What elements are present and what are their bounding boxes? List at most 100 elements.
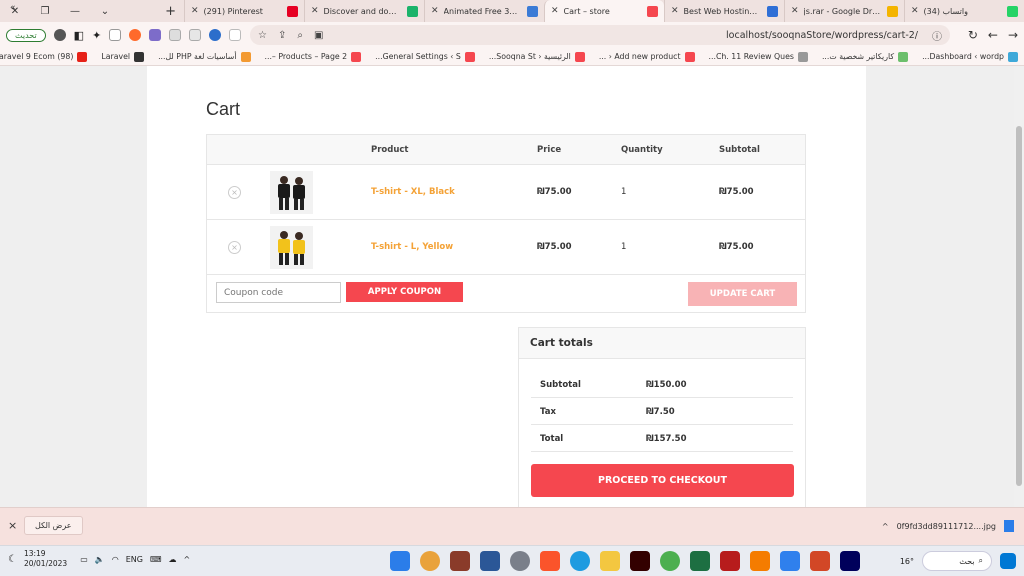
- extension-copy-icon[interactable]: [189, 29, 202, 41]
- after-effects-icon[interactable]: [840, 551, 860, 571]
- browser-tab[interactable]: js.rar - Google Drive ✕: [784, 0, 904, 22]
- browser-tab[interactable]: (34) واتساب ✕: [904, 0, 1024, 22]
- filezilla-icon[interactable]: [720, 551, 740, 571]
- browser-tab[interactable]: Animated Free 3D M ✕: [424, 0, 544, 22]
- winrar-icon[interactable]: [450, 551, 470, 571]
- download-item[interactable]: ^ 0f9fd3dd89111712....jpg: [882, 520, 1014, 532]
- powerpoint-icon[interactable]: [810, 551, 830, 571]
- tab-search-icon[interactable]: ⌄: [90, 6, 120, 17]
- apply-coupon-button[interactable]: APPLY COUPON: [346, 282, 463, 302]
- product-quantity[interactable]: 1: [621, 187, 626, 197]
- tab-close-icon[interactable]: ✕: [191, 6, 199, 16]
- share-icon[interactable]: ⇪: [278, 30, 286, 41]
- show-all-downloads-button[interactable]: عرض الكل: [24, 516, 83, 535]
- settings-gear-icon[interactable]: [510, 551, 530, 571]
- file-explorer-icon[interactable]: [600, 551, 620, 571]
- address-bar[interactable]: ☆ ⇪ ⌕ ▣ localhost/sooqnaStore/wordpress/…: [250, 25, 950, 45]
- browser-tab[interactable]: (291) Pinterest ✕: [184, 0, 304, 22]
- update-cart-button[interactable]: UPDATE CART: [688, 282, 797, 306]
- url-text[interactable]: localhost/sooqnaStore/wordpress/cart-2/: [726, 30, 918, 41]
- extensions-puzzle-icon[interactable]: ✦: [92, 29, 101, 42]
- weather-widget[interactable]: 16°: [900, 557, 914, 566]
- extension-a-icon[interactable]: [229, 29, 242, 41]
- bookmark-item[interactable]: Add new product ‹ ...: [599, 51, 695, 62]
- volume-icon[interactable]: 🔈: [95, 555, 105, 564]
- extension-purple-icon[interactable]: [149, 29, 162, 41]
- chrome-canary-icon[interactable]: [420, 551, 440, 571]
- bookmark-item[interactable]: Dashboard ‹ wordp...: [922, 51, 1018, 62]
- product-quantity[interactable]: 1: [621, 242, 626, 252]
- page-scrollbar[interactable]: [1014, 66, 1024, 507]
- coupon-code-input[interactable]: [216, 282, 341, 303]
- translate-icon[interactable]: ⌕: [297, 30, 303, 41]
- bookmark-item[interactable]: Laravel: [101, 51, 145, 62]
- bookmark-item[interactable]: Products – Page 2 –...: [265, 51, 362, 62]
- bookmarks-overflow-button[interactable]: «: [10, 3, 16, 13]
- proceed-to-checkout-button[interactable]: PROCEED TO CHECKOUT: [531, 464, 794, 497]
- chrome-icon[interactable]: [660, 551, 680, 571]
- browser-tab[interactable]: Discover and downlo ✕: [304, 0, 424, 22]
- scrollbar-thumb[interactable]: [1016, 126, 1022, 486]
- header-price: Price: [537, 145, 562, 155]
- xampp-icon[interactable]: [750, 551, 770, 571]
- brave-icon[interactable]: [540, 551, 560, 571]
- product-name-link[interactable]: T-shirt - XL, Black: [371, 187, 455, 197]
- forward-icon[interactable]: →: [1008, 28, 1018, 42]
- illustrator-icon[interactable]: [630, 551, 650, 571]
- update-browser-button[interactable]: تحديث: [6, 28, 46, 42]
- excel-icon[interactable]: [690, 551, 710, 571]
- vscode-icon[interactable]: [390, 551, 410, 571]
- keyboard-icon[interactable]: ⌨: [150, 555, 162, 564]
- back-icon[interactable]: ←: [988, 28, 998, 42]
- bookmark-item[interactable]: (98) Laravel 9 Ecom...: [0, 51, 88, 62]
- battery-icon[interactable]: ▭: [80, 555, 88, 564]
- tab-close-icon[interactable]: ✕: [671, 6, 679, 16]
- taskbar-search[interactable]: بحث ⌕: [922, 551, 992, 571]
- bookmark-item[interactable]: الرئيسية ‹ Sooqna St...: [489, 51, 585, 62]
- tray-chevron-icon[interactable]: ^: [184, 555, 191, 564]
- product-thumbnail[interactable]: [270, 171, 313, 214]
- bookmark-label: Laravel: [101, 52, 131, 61]
- reload-icon[interactable]: ↻: [968, 28, 978, 42]
- tab-close-icon[interactable]: ✕: [911, 6, 919, 16]
- tab-close-icon[interactable]: ✕: [791, 6, 799, 16]
- new-tab-button[interactable]: +: [165, 4, 176, 19]
- minimize-window-icon[interactable]: —: [60, 6, 90, 17]
- bookmark-item[interactable]: أساسيات لغة PHP لل...: [158, 51, 251, 62]
- mail-icon[interactable]: [780, 551, 800, 571]
- restore-window-icon[interactable]: ❐: [30, 6, 60, 17]
- start-windows-icon[interactable]: [1000, 553, 1016, 569]
- extension-flame-icon[interactable]: [129, 29, 142, 41]
- bookmark-star-icon[interactable]: ☆: [258, 30, 267, 41]
- bookmark-item[interactable]: كاريكاتير شخصية ت...: [822, 51, 909, 62]
- search-icon: ⌕: [978, 556, 983, 565]
- extension-blue-icon[interactable]: [209, 29, 222, 41]
- site-info-icon[interactable]: ⓘ: [932, 28, 942, 43]
- bookmark-item[interactable]: Ch. 11 Review Ques...: [709, 51, 808, 62]
- product-thumbnail[interactable]: [270, 226, 313, 269]
- tab-close-icon[interactable]: ✕: [551, 6, 559, 16]
- download-options-chevron-icon[interactable]: ^: [882, 522, 889, 531]
- browser-tab[interactable]: Cart – store ✕: [544, 0, 664, 22]
- wifi-icon[interactable]: ◠: [112, 555, 119, 564]
- remove-item-icon[interactable]: ×: [228, 186, 241, 199]
- extension-b-icon[interactable]: [109, 29, 122, 41]
- profile-avatar-icon[interactable]: [53, 29, 66, 41]
- extension-doc-icon[interactable]: [169, 29, 182, 41]
- screenshot-icon[interactable]: ▣: [314, 30, 323, 41]
- tab-close-icon[interactable]: ✕: [311, 6, 319, 16]
- word-icon[interactable]: [480, 551, 500, 571]
- browser-tab[interactable]: Best Web Hosting - D ✕: [664, 0, 784, 22]
- moon-icon[interactable]: ☾: [8, 554, 17, 565]
- navigation-buttons: ↻ ← →: [968, 22, 1018, 48]
- close-download-bar-icon[interactable]: ×: [8, 519, 17, 532]
- edge-icon[interactable]: [570, 551, 590, 571]
- bookmark-item[interactable]: General Settings ‹ S...: [375, 51, 475, 62]
- sidebar-icon[interactable]: ◧: [74, 29, 84, 42]
- language-indicator[interactable]: ENG: [126, 555, 143, 564]
- cloud-icon[interactable]: ☁: [169, 555, 177, 564]
- remove-item-icon[interactable]: ×: [228, 241, 241, 254]
- clock[interactable]: 13:19 20/01/2023: [24, 549, 67, 569]
- tab-close-icon[interactable]: ✕: [431, 6, 439, 16]
- product-name-link[interactable]: T-shirt - L, Yellow: [371, 242, 453, 252]
